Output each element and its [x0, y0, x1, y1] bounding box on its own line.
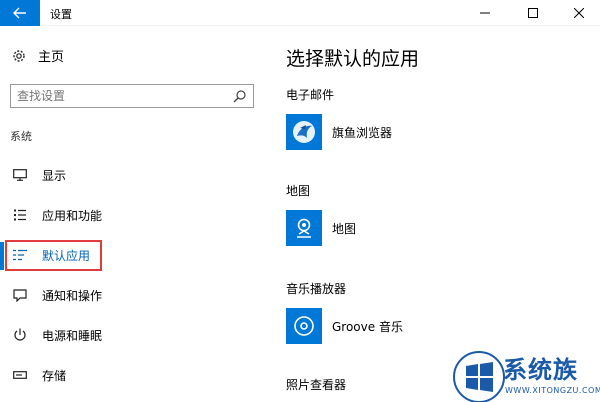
category-maps-label: 地图 [286, 184, 311, 198]
app-label: Groove 音乐 [332, 319, 403, 334]
sidebar-item-power[interactable]: 电源和睡眠 [0, 318, 260, 352]
default-email-app[interactable]: 旗鱼浏览器 [286, 114, 392, 150]
watermark-url: WWW.XITONGZU.COM [505, 386, 600, 395]
section-label: 系统 [10, 130, 32, 143]
notification-icon [13, 288, 27, 302]
default-maps-app[interactable]: 地图 [286, 210, 356, 246]
sidebar-item-notifications[interactable]: 通知和操作 [0, 278, 260, 312]
storage-icon [13, 371, 27, 379]
category-photos-label: 照片查看器 [286, 378, 347, 392]
swordfish-browser-icon [286, 114, 322, 150]
sidebar-item-label: 存储 [42, 368, 67, 383]
back-arrow-icon [13, 7, 26, 19]
sidebar-item-apps-features[interactable]: 应用和功能 [0, 198, 260, 232]
close-icon [574, 8, 584, 18]
search-input[interactable] [11, 85, 231, 107]
sidebar-item-label: 通知和操作 [42, 288, 103, 303]
search-box [10, 84, 254, 108]
sidebar-item-label: 显示 [42, 168, 67, 183]
page-title: 选择默认的应用 [286, 48, 420, 70]
window-title: 设置 [50, 8, 72, 21]
title-bar: 设置 [0, 0, 600, 26]
monitor-icon [13, 169, 27, 181]
home-nav-item[interactable]: 主页 [12, 46, 64, 65]
maximize-icon [528, 8, 538, 18]
watermark-text: 系统族 [503, 356, 578, 384]
search-icon[interactable] [233, 89, 247, 103]
category-email-label: 电子邮件 [286, 88, 335, 102]
maximize-button[interactable] [510, 0, 556, 26]
highlight-box [5, 240, 102, 271]
groove-music-icon [286, 308, 322, 344]
minimize-icon [480, 12, 490, 14]
close-button[interactable] [556, 0, 600, 26]
sidebar-item-storage[interactable]: 存储 [0, 358, 260, 392]
maps-icon [286, 210, 322, 246]
home-label: 主页 [38, 50, 65, 65]
sidebar-item-label: 应用和功能 [42, 208, 103, 223]
back-button[interactable] [0, 0, 40, 26]
app-label: 地图 [332, 221, 357, 236]
power-icon [14, 328, 26, 341]
sidebar-item-display[interactable]: 显示 [0, 158, 260, 192]
sidebar-item-label: 电源和睡眠 [42, 328, 103, 343]
gear-icon [13, 49, 25, 62]
category-music-label: 音乐播放器 [286, 282, 347, 296]
default-music-app[interactable]: Groove 音乐 [286, 308, 403, 344]
app-label: 旗鱼浏览器 [332, 125, 393, 140]
list-icon [14, 209, 26, 221]
minimize-button[interactable] [462, 0, 508, 26]
